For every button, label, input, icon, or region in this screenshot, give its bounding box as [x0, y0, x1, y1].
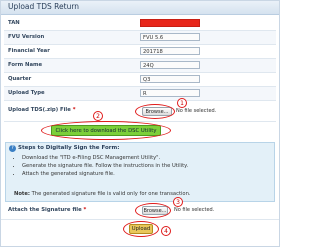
annotation-number-1: 1 — [177, 98, 187, 108]
upload-type-label: Upload Type — [8, 90, 45, 96]
form-name-row: Form Name 24Q — [4, 59, 276, 73]
upload-tds-file-label: Upload TDS(.zip) File * — [8, 107, 76, 113]
upload-type-row: Upload Type R — [4, 87, 276, 101]
signature-file-label: Attach the Signature file * — [8, 207, 87, 213]
upload-tds-return-panel: Upload TDS Return TAN FVU Version FVU 5.… — [0, 0, 280, 247]
financial-year-field[interactable]: 201718 — [140, 47, 200, 55]
annotation-number-2: 2 — [93, 111, 103, 121]
tan-label: TAN — [8, 20, 20, 26]
annotation-circle-signature-browse — [135, 203, 171, 218]
financial-year-label: Financial Year — [8, 48, 50, 54]
steps-list: Download the "ITD e-Filing DSC Managemen… — [14, 154, 188, 178]
annotation-circle-dsc — [41, 121, 171, 140]
quarter-label: Quarter — [8, 76, 32, 82]
financial-year-row: Financial Year 201718 — [4, 45, 276, 59]
panel-title: Upload TDS Return — [8, 2, 80, 11]
form-name-field[interactable]: 24Q — [140, 61, 200, 69]
quarter-row: Quarter Q3 — [4, 73, 276, 87]
step-item: Attach the generated signature file. — [22, 170, 188, 178]
tds-file-status: No file selected. — [176, 108, 217, 114]
steps-info-box: ? Steps to Digitally Sign the Form: Down… — [5, 142, 275, 202]
annotation-circle-upload — [123, 221, 159, 237]
step-item: Generate the signature file. Follow the … — [22, 162, 188, 170]
upload-type-field[interactable]: R — [140, 89, 200, 97]
tan-row: TAN — [4, 17, 276, 31]
quarter-field[interactable]: Q3 — [140, 75, 200, 83]
tan-field[interactable] — [140, 19, 200, 27]
fvu-version-field[interactable]: FVU 5.6 — [140, 33, 200, 41]
fvu-version-row: FVU Version FVU 5.6 — [4, 31, 276, 45]
fvu-version-label: FVU Version — [8, 34, 45, 40]
signature-file-status: No file selected. — [174, 207, 215, 213]
panel-title-bar: Upload TDS Return — [1, 1, 279, 15]
required-mark: * — [72, 107, 76, 113]
annotation-number-4: 4 — [161, 226, 171, 236]
annotation-number-3: 3 — [173, 197, 183, 207]
steps-note: Note: The generated signature file is va… — [14, 191, 191, 197]
steps-heading: Steps to Digitally Sign the Form: — [18, 145, 120, 151]
form-name-label: Form Name — [8, 62, 43, 68]
annotation-circle-browse — [135, 104, 175, 119]
help-icon: ? — [9, 145, 16, 152]
step-item: Download the "ITD e-Filing DSC Managemen… — [22, 154, 188, 162]
divider — [1, 219, 279, 220]
required-mark: * — [83, 207, 87, 213]
